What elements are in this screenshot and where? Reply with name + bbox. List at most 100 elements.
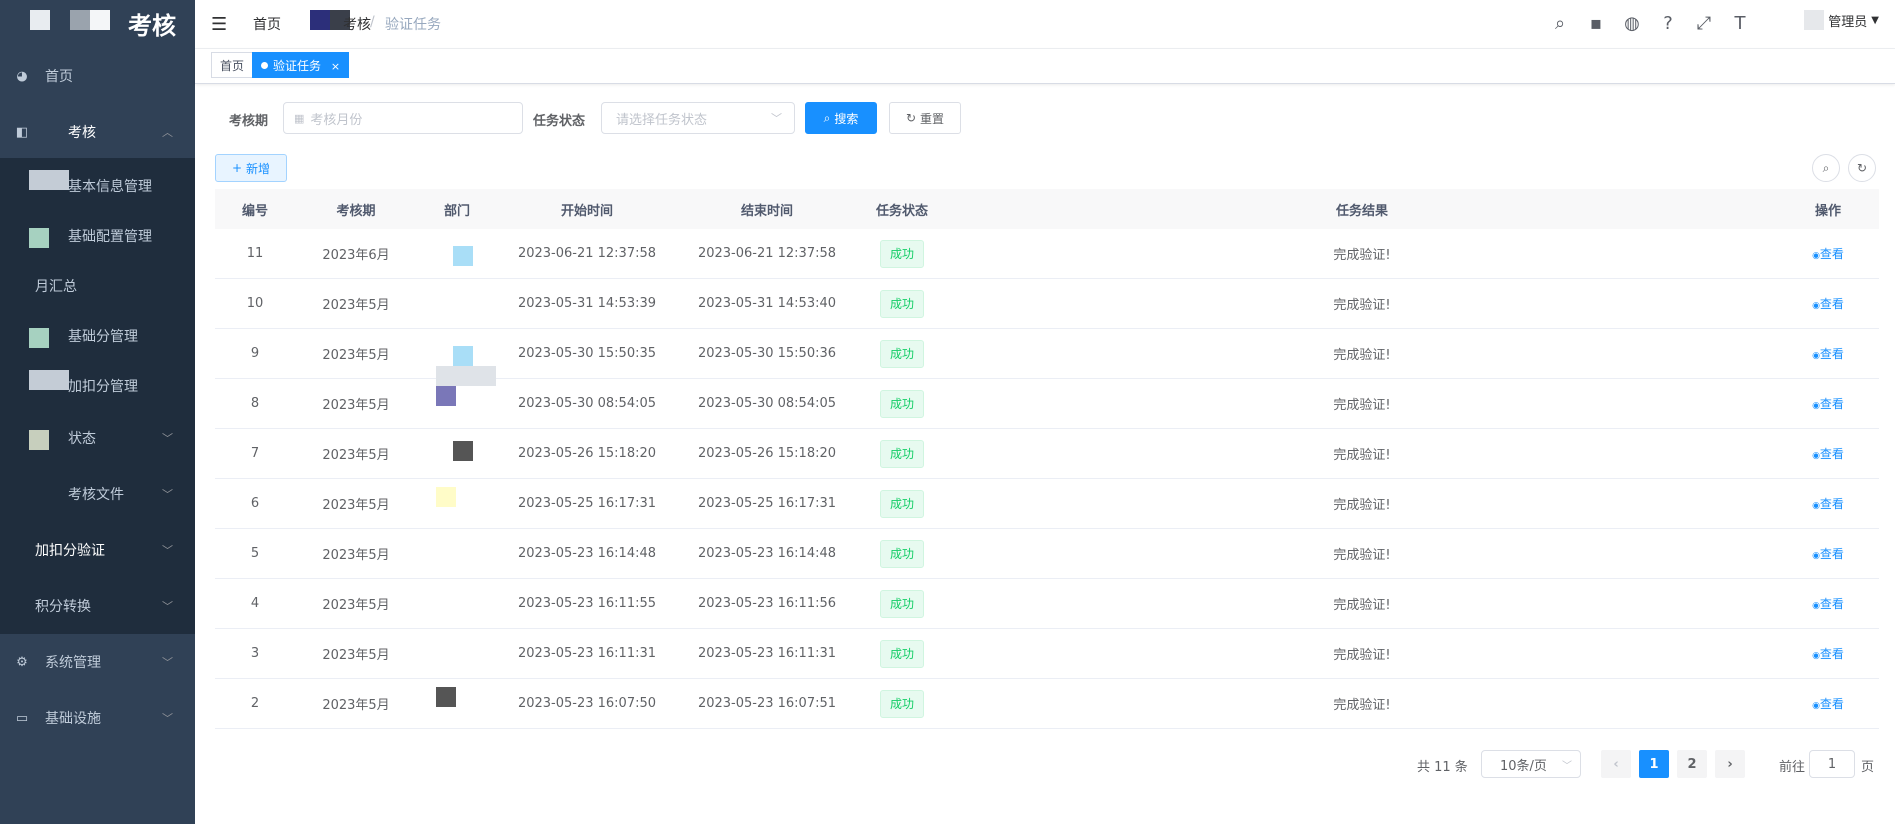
cell-end-time: 2023-05-25 16:17:31 — [697, 496, 837, 511]
caret-down-icon: ▼ — [1871, 14, 1879, 26]
table-header: 编号 考核期 部门 开始时间 结束时间 任务状态 任务结果 操作 — [215, 189, 1879, 229]
breadcrumb-current: 验证任务 — [385, 17, 441, 33]
prev-page-button[interactable]: ‹ — [1601, 750, 1631, 778]
view-label: 查看 — [1819, 697, 1844, 711]
cell-result: 完成验证! — [1333, 698, 1391, 713]
menu-icon — [29, 370, 69, 390]
book-icon: ◧ — [15, 124, 29, 140]
view-button[interactable]: ◉查看 — [1812, 497, 1844, 511]
cell-period: 2023年5月 — [322, 348, 390, 363]
cell-status: 成功 — [857, 389, 947, 418]
view-button[interactable]: ◉查看 — [1812, 697, 1844, 711]
hamburger-icon[interactable]: ☰ — [211, 14, 227, 35]
cell-action: ◉查看 — [1777, 595, 1879, 612]
sidebar-item-bonus-verify[interactable]: 加扣分验证 ﹀ — [0, 522, 195, 578]
sidebar-item-monthly-summary[interactable]: 月汇总 — [0, 258, 195, 314]
cell-id: 10 — [246, 296, 264, 311]
view-button[interactable]: ◉查看 — [1812, 397, 1844, 411]
dept-block — [453, 246, 473, 266]
goto-page-input[interactable]: 1 — [1809, 750, 1855, 778]
cell-end-time: 2023-05-23 16:11:56 — [697, 596, 837, 611]
calendar-icon: ▦ — [294, 111, 305, 125]
cell-period: 2023年5月 — [322, 498, 390, 513]
menu-icon — [29, 228, 49, 248]
eye-icon: ◉ — [1812, 451, 1820, 461]
view-label: 查看 — [1819, 497, 1844, 511]
view-button[interactable]: ◉查看 — [1812, 647, 1844, 661]
cell-status: 成功 — [857, 589, 947, 618]
sidebar-item-basic-config[interactable]: 基础配置管理 — [0, 208, 195, 264]
sidebar-item-score-convert[interactable]: 积分转换 ﹀ — [0, 578, 195, 634]
sidebar-item-assessment-files[interactable]: 考核文件 ﹀ — [0, 466, 195, 522]
eye-icon: ◉ — [1812, 301, 1820, 311]
toggle-search-button[interactable]: ⌕ — [1812, 154, 1840, 182]
page-size-select[interactable]: 10条/页 ﹀ — [1481, 750, 1581, 778]
page-button-2[interactable]: 2 — [1677, 750, 1707, 778]
sidebar-item-label: 加扣分验证 — [35, 543, 105, 559]
tag-home[interactable]: 首页 — [211, 52, 254, 78]
refresh-button[interactable]: ↻ — [1848, 154, 1876, 182]
eye-icon: ◉ — [1812, 551, 1820, 561]
sidebar-item-assessment[interactable]: ◧ 考核 ︿ — [0, 104, 195, 160]
search-button[interactable]: ⌕ 搜索 — [805, 102, 877, 134]
breadcrumb-home[interactable]: 首页 — [253, 14, 281, 34]
dept-block — [436, 366, 496, 386]
data-table: 编号 考核期 部门 开始时间 结束时间 任务状态 任务结果 操作 11 2023年6月 2023-… — [215, 189, 1879, 729]
cell-id: 8 — [250, 396, 260, 411]
search-icon[interactable]: ⌕ — [1550, 12, 1570, 34]
sidebar-item-home[interactable]: ◕ 首页 — [0, 48, 195, 104]
avatar — [1804, 10, 1825, 30]
message-icon[interactable]: ▪ — [1586, 12, 1606, 34]
sidebar-item-label: 加扣分管理 — [68, 379, 138, 395]
cell-end-time: 2023-05-23 16:14:48 — [697, 546, 837, 561]
sidebar-item-bonus-deduct[interactable]: 加扣分管理 — [0, 358, 195, 414]
view-button[interactable]: ◉查看 — [1812, 597, 1844, 611]
close-icon[interactable]: × — [331, 60, 340, 73]
cell-end-time: 2023-06-21 12:37:58 — [697, 246, 837, 261]
sidebar-item-infrastructure[interactable]: ▭ 基础设施 ﹀ — [0, 690, 195, 746]
font-size-icon[interactable]: T — [1730, 12, 1750, 34]
cell-period: 2023年5月 — [322, 298, 390, 313]
question-icon[interactable]: ? — [1658, 12, 1678, 34]
cell-id: 11 — [246, 246, 264, 261]
view-button[interactable]: ◉查看 — [1812, 247, 1844, 261]
sidebar-item-basic-info[interactable]: 基本信息管理 — [0, 158, 195, 214]
sidebar-item-label: 月汇总 — [35, 279, 77, 295]
tag-verify-task[interactable]: 验证任务 × — [252, 52, 350, 78]
sidebar-item-system[interactable]: ⚙ 系统管理 ﹀ — [0, 634, 195, 690]
status-placeholder: 请选择任务状态 — [616, 112, 708, 128]
sidebar-item-base-score[interactable]: 基础分管理 — [0, 308, 195, 364]
status-badge: 成功 — [879, 589, 924, 618]
reset-button[interactable]: ↻ 重置 — [889, 102, 961, 134]
chevron-down-icon: ﹀ — [162, 488, 173, 501]
period-input[interactable]: ▦ 考核月份 — [283, 102, 523, 134]
fullscreen-icon[interactable]: ⤢ — [1694, 12, 1714, 34]
view-button[interactable]: ◉查看 — [1812, 547, 1844, 561]
menu-icon — [29, 430, 49, 450]
sidebar-item-label: 系统管理 — [45, 655, 101, 671]
next-page-button[interactable]: › — [1715, 750, 1745, 778]
page-button-1[interactable]: 1 — [1639, 750, 1669, 778]
active-dot-icon — [261, 62, 268, 69]
eye-icon: ◉ — [1812, 651, 1820, 661]
view-button[interactable]: ◉查看 — [1812, 447, 1844, 461]
cell-status: 成功 — [857, 639, 947, 668]
user-menu[interactable]: 管理员 ▼ — [1804, 10, 1879, 30]
sidebar-item-status[interactable]: 状态 ﹀ — [0, 410, 195, 466]
breadcrumb-assessment[interactable]: 考核 — [343, 14, 371, 34]
github-icon[interactable]: ◍ — [1622, 12, 1642, 34]
cell-end-time: 2023-05-30 15:50:36 — [697, 346, 837, 361]
logo: 考核 — [0, 0, 195, 44]
view-button[interactable]: ◉查看 — [1812, 347, 1844, 361]
cell-id: 6 — [250, 496, 260, 511]
add-button[interactable]: + 新增 — [215, 154, 287, 182]
cell-period: 2023年5月 — [322, 448, 390, 463]
sidebar-item-label: 状态 — [68, 431, 96, 447]
cell-start-time: 2023-05-23 16:11:31 — [517, 646, 657, 661]
view-label: 查看 — [1819, 297, 1844, 311]
status-badge: 成功 — [879, 239, 924, 268]
view-button[interactable]: ◉查看 — [1812, 297, 1844, 311]
cell-start-time: 2023-05-30 08:54:05 — [517, 396, 657, 411]
status-select[interactable]: 请选择任务状态 ﹀ — [601, 102, 795, 134]
sidebar-item-label: 考核 — [68, 125, 96, 141]
